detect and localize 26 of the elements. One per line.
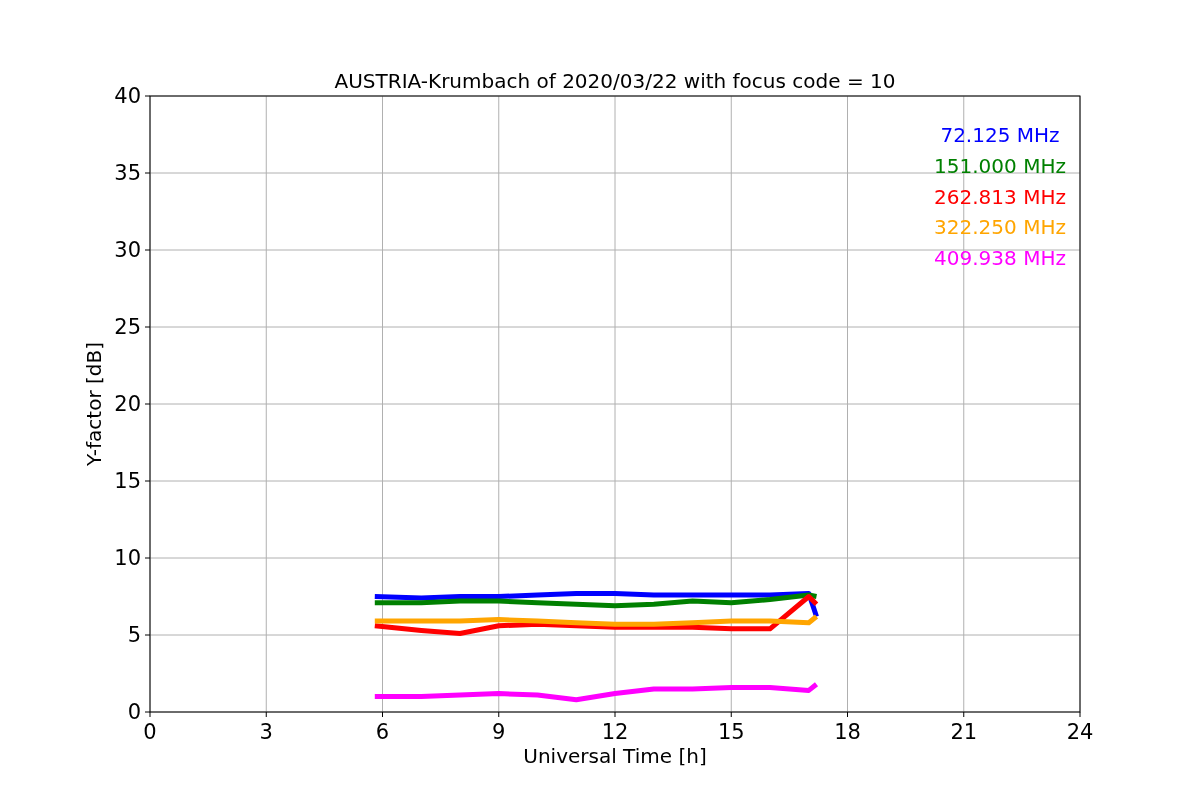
axis-tick-label: 0 bbox=[143, 720, 157, 744]
axis-tick-label: 0 bbox=[127, 700, 141, 724]
axis-tick-label: 35 bbox=[114, 161, 141, 185]
axis-tick-label: 30 bbox=[114, 238, 141, 262]
axis-tick-label: 25 bbox=[114, 315, 141, 339]
axis-tick-label: 15 bbox=[717, 720, 745, 744]
legend-label: 409.938 MHz bbox=[934, 246, 1066, 271]
axis-tick-label: 6 bbox=[375, 720, 390, 744]
x-axis-label: Universal Time [h] bbox=[523, 744, 707, 768]
axis-tick-label: 5 bbox=[127, 623, 141, 647]
axis-tick-label: 9 bbox=[492, 720, 506, 744]
legend-label: 262.813 MHz bbox=[934, 184, 1066, 209]
axis-tick-label: 40 bbox=[114, 84, 141, 108]
chart-title: AUSTRIA-Krumbach of 2020/03/22 with focus code = 10 bbox=[334, 69, 896, 93]
axis-tick-label: 3 bbox=[259, 720, 273, 744]
legend-label: 72.125 MHz bbox=[940, 123, 1060, 147]
legend-label: 151.000 MHz bbox=[934, 153, 1066, 178]
axis-tick-label: 15 bbox=[114, 469, 141, 493]
y-axis-label: Y-factor [dB] bbox=[82, 342, 106, 466]
axis-tick-label: 20 bbox=[114, 392, 141, 416]
axis-tick-label: 18 bbox=[834, 720, 861, 744]
axis-tick-label: 24 bbox=[1066, 720, 1094, 744]
axis-tick-label: 10 bbox=[114, 546, 141, 570]
legend-label: 322.250 MHz bbox=[934, 215, 1066, 240]
axis-tick-label: 12 bbox=[601, 720, 629, 744]
axis-tick-label: 21 bbox=[950, 720, 978, 744]
